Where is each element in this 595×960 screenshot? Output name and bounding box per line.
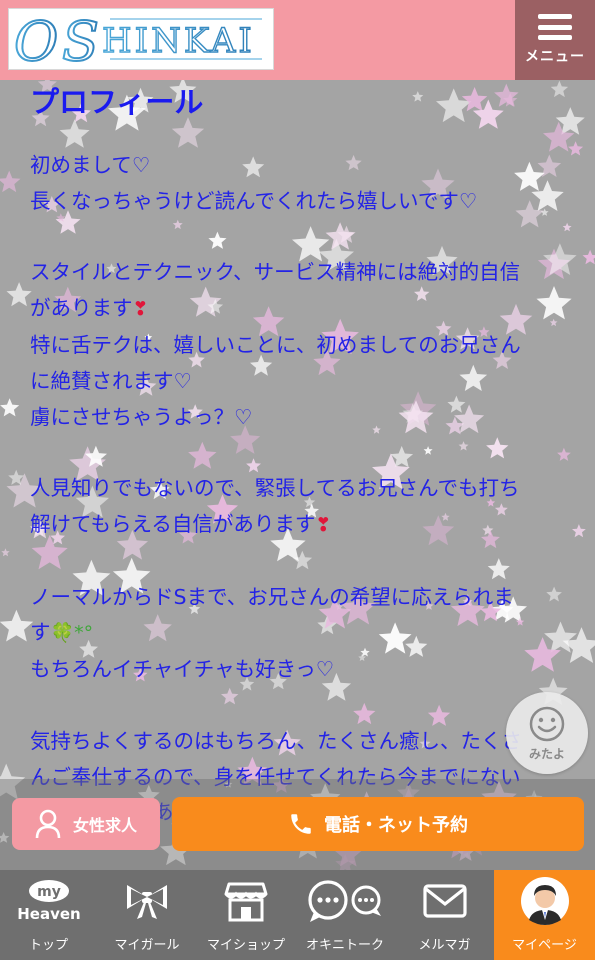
- nav-okini-talk[interactable]: オキニトーク: [295, 870, 395, 960]
- profile-body: 初めまして♡ 長くなっちゃうけど読んでくれたら嬉しいです♡ スタイルとテクニック、サ…: [30, 148, 570, 870]
- nav-label-top: トップ: [28, 938, 68, 953]
- svg-text:S: S: [62, 10, 99, 68]
- nav-label-mypage: マイページ: [512, 938, 577, 953]
- reserve-label: 電話・ネット予約: [324, 815, 468, 836]
- mail-icon: [422, 884, 467, 918]
- phone-icon: [291, 814, 311, 834]
- svg-text:HINKAI: HINKAI: [102, 21, 255, 61]
- shop-logo[interactable]: O S HINKAI: [8, 8, 274, 70]
- profile-line: 初めまして♡: [30, 148, 570, 184]
- action-bar: 女性求人 電話・ネット予約: [0, 779, 595, 870]
- profile-line: [30, 220, 570, 256]
- profile-line-text: 初めまして♡: [30, 153, 151, 177]
- menu-label: メニュー: [525, 49, 585, 65]
- profile-line-text: 人見知りでもないので、緊張してるお兄さんでも打ち: [30, 476, 520, 501]
- shop-icon: [224, 882, 268, 922]
- svg-text:my: my: [37, 884, 61, 900]
- profile-line: ノーマルからドSまで、お兄さんの希望に応えられま: [30, 580, 570, 616]
- profile-line: に絶賛されます♡: [30, 364, 570, 400]
- profile-line: [30, 544, 570, 580]
- nav-label-merumaga: メルマガ: [418, 938, 471, 953]
- person-icon: [35, 809, 61, 839]
- profile-line-text: スタイルとテクニック、サービス精神には絶対的自信: [30, 260, 521, 285]
- profile-line-text: に絶賛されます♡: [30, 368, 192, 393]
- nav-label-okini-talk: オキニトーク: [305, 938, 384, 953]
- profile-line: スタイルとテクニック、サービス精神には絶対的自信: [30, 255, 570, 291]
- profile-line: 気持ちよくするのはもちろん、たくさん癒し、たくさ: [30, 724, 570, 760]
- profile-line: 長くなっちゃうけど読んでくれたら嬉しいです♡: [30, 184, 570, 220]
- nav-merumaga[interactable]: メルマガ: [395, 870, 494, 960]
- profile-line: 人見知りでもないので、緊張してるお兄さんでも打ち: [30, 471, 570, 507]
- reserve-button[interactable]: 電話・ネット予約: [172, 797, 584, 851]
- profile-line-text: 特に舌テクは、嬉しいことに、初めましてのお兄さん: [30, 332, 521, 357]
- nav-myshop[interactable]: マイショップ: [197, 870, 295, 960]
- my-heaven-icon: my Heaven: [17, 880, 80, 923]
- job-recruit-button[interactable]: 女性求人: [12, 798, 160, 850]
- ribbon-icon: [127, 885, 167, 919]
- profile-line-text: 解けてもらえる自信があります: [30, 511, 316, 536]
- emoji-mark: 🍀*°: [50, 622, 94, 645]
- job-recruit-label: 女性求人: [72, 816, 137, 835]
- emoji-mark: ❣: [132, 298, 149, 321]
- profile-line: [30, 435, 570, 471]
- profile-line-text: ノーマルからドSまで、お兄さんの希望に応えられま: [30, 584, 514, 609]
- emoji-mark: ❣: [315, 513, 332, 536]
- profile-line-text: 気持ちよくするのはもちろん、たくさん癒し、たくさ: [30, 728, 522, 753]
- profile-line: 特に舌テクは、嬉しいことに、初めましてのお兄さん: [30, 328, 570, 364]
- profile-line-text: もちろんイチャイチャも好きっ♡: [30, 657, 335, 682]
- nav-label-mygirl: マイガール: [114, 938, 180, 953]
- hamburger-icon: [538, 14, 572, 40]
- avatar-icon: [520, 877, 569, 925]
- nav-mypage[interactable]: マイページ: [494, 870, 595, 960]
- bottom-nav: my Heaven トップ マイガール マイショップ オキニトーク メルマガ マ…: [0, 870, 595, 960]
- shop-logo-image: O S HINKAI: [13, 10, 262, 68]
- app-header: O S HINKAI メニュー: [0, 0, 595, 80]
- svg-text:O: O: [14, 10, 58, 68]
- nav-label-myshop: マイショップ: [206, 938, 285, 953]
- profile-line-text: があります: [30, 296, 133, 321]
- profile-line: もちろんイチャイチャも好きっ♡: [30, 652, 570, 688]
- profile-title: プロフィール: [30, 85, 204, 119]
- profile-section: プロフィール 初めまして♡ 長くなっちゃうけど読んでくれたら嬉しいです♡ スタイルと…: [0, 80, 595, 870]
- profile-line: [30, 688, 570, 724]
- menu-button[interactable]: メニュー: [515, 0, 595, 80]
- nav-top[interactable]: my Heaven トップ: [0, 870, 97, 960]
- profile-line: す🍀*°: [30, 615, 570, 652]
- profile-line: 解けてもらえる自信があります❣: [30, 507, 570, 544]
- mitayo-button[interactable]: みたよ: [506, 692, 588, 774]
- profile-line-text: 長くなっちゃうけど読んでくれたら嬉しいです♡: [30, 188, 478, 213]
- profile-line: があります❣: [30, 291, 570, 328]
- smiley-icon: [529, 706, 565, 741]
- profile-line: 虜にさせちゃうよっ？♡: [30, 400, 570, 436]
- mitayo-label: みたよ: [528, 746, 565, 761]
- profile-line-text: 虜にさせちゃうよっ？♡: [30, 404, 253, 429]
- chat-bubbles-icon: [308, 880, 381, 922]
- nav-mygirl[interactable]: マイガール: [97, 870, 197, 960]
- svg-text:Heaven: Heaven: [17, 905, 80, 923]
- profile-line-text: す: [30, 620, 51, 645]
